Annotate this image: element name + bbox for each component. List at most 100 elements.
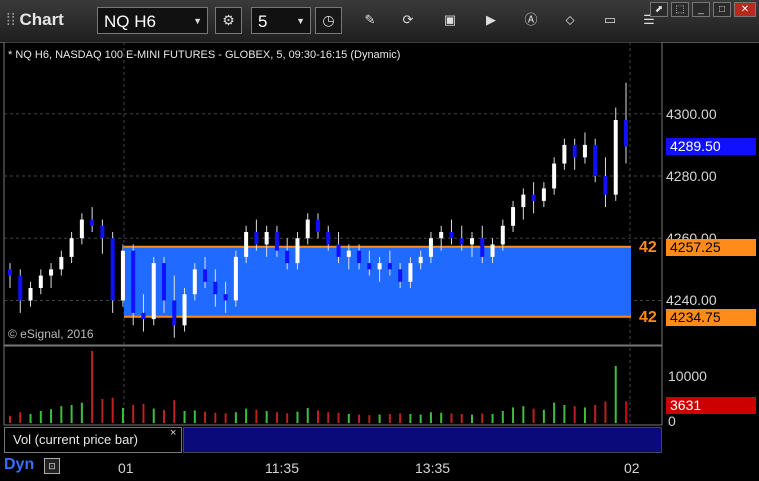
clock-icon[interactable]: ◷ <box>315 7 342 34</box>
candle-body <box>562 144 567 164</box>
candle-body <box>182 294 187 326</box>
time-tick-01: 01 <box>118 460 134 476</box>
candle-body <box>521 194 526 208</box>
maximize-icon[interactable]: □ <box>713 2 731 17</box>
volume-tick-10000: 10000 <box>668 368 707 384</box>
candle-body <box>8 269 12 276</box>
ruler-icon[interactable]: ⬦ <box>560 10 580 30</box>
toolbar: ⁞⁞ Chart NQ H6 ▼ ⚙ 5 ▼ ◷ ✎ ⟳ ▣ ▶ Ⓐ ⬦ ▭ ☰ ⬈ … <box>0 0 759 43</box>
candle-body <box>552 163 557 189</box>
candle-body <box>326 232 331 245</box>
candle-body <box>613 120 618 195</box>
candle-body <box>274 232 279 251</box>
candle-body <box>357 250 362 264</box>
candle-body <box>79 219 84 239</box>
candle-body <box>459 238 464 245</box>
interval-value: 5 <box>258 12 268 31</box>
volume-panel-label[interactable]: Vol (current price bar) <box>4 427 182 453</box>
candle-body <box>470 238 474 245</box>
candle-body <box>110 238 115 301</box>
time-tick-02: 02 <box>624 460 640 476</box>
refresh-icon[interactable]: ⟳ <box>398 10 418 30</box>
candle-body <box>213 281 218 295</box>
candle-body <box>285 250 290 264</box>
candle-body <box>305 219 310 239</box>
candle-body <box>100 225 105 239</box>
candle-body <box>439 232 444 239</box>
candle-body <box>162 263 166 301</box>
candle-body <box>38 275 43 288</box>
candle-body <box>428 238 433 257</box>
zone-bottom-label: 4234.75 <box>666 308 756 326</box>
close-icon[interactable]: × <box>170 427 176 439</box>
minimize-icon[interactable]: _ <box>692 2 710 17</box>
last-price-label: 4289.50 <box>666 138 756 156</box>
candle-body <box>69 238 74 257</box>
candle-body <box>531 194 536 201</box>
candle-body <box>151 263 156 320</box>
candle-body <box>408 263 413 282</box>
price-tick-label: 4300.00 <box>666 105 717 122</box>
alert-icon[interactable]: Ⓐ <box>521 10 541 30</box>
volume-tick-0: 0 <box>668 413 676 429</box>
chart-header: * NQ H6, NASDAQ 100 E-MINI FUTURES - GLO… <box>8 49 401 61</box>
candle-body <box>336 244 341 257</box>
chevron-down-icon[interactable]: ▼ <box>193 8 202 35</box>
candle-body <box>511 207 516 226</box>
candle-body <box>120 250 125 301</box>
candle-body <box>418 256 423 264</box>
candle-body <box>172 300 177 326</box>
last-volume-label: 3631 <box>666 397 756 414</box>
candle-body <box>582 144 587 158</box>
candle-body <box>90 219 95 226</box>
zone-bottom-flag: 42 <box>639 308 657 326</box>
candle-body <box>398 269 403 282</box>
dynamic-mode-button[interactable]: Dyn <box>4 456 34 474</box>
study-icon[interactable]: ▣ <box>440 10 460 30</box>
candle-body <box>387 263 392 270</box>
candle-body <box>624 120 628 147</box>
zone-top-label: 4257.25 <box>666 238 756 256</box>
candle-body <box>223 294 228 301</box>
candle-body <box>490 244 495 257</box>
grip-icon[interactable]: ⁞⁞ <box>6 10 15 29</box>
candle-body <box>593 144 598 176</box>
price-tick-label: 4240.00 <box>666 292 717 309</box>
comment-icon[interactable]: ▭ <box>600 10 620 30</box>
link-window-icon[interactable]: ⬚ <box>671 2 689 17</box>
copyright: © eSignal, 2016 <box>8 327 94 341</box>
app-title[interactable]: ⁞⁞ Chart <box>6 10 64 30</box>
interval-input[interactable]: 5 ▼ <box>251 7 311 34</box>
lock-icon[interactable]: ⊡ <box>44 458 60 474</box>
candle-body <box>295 238 300 264</box>
candle-body <box>603 176 608 195</box>
candle-body <box>572 144 577 158</box>
play-icon[interactable]: ▶ <box>481 10 501 30</box>
candle-body <box>254 232 259 245</box>
symbol-input[interactable]: NQ H6 ▼ <box>97 7 208 34</box>
candle-body <box>377 263 382 270</box>
export-icon[interactable]: ⬈ <box>650 2 668 17</box>
link-icon[interactable]: ⚙ <box>215 7 242 34</box>
candle-body <box>59 256 64 270</box>
candle-body <box>367 263 372 270</box>
candle-body <box>49 269 54 276</box>
close-icon[interactable]: ✕ <box>734 2 756 17</box>
support-zone <box>124 246 631 317</box>
candle-body <box>316 219 320 232</box>
volume-panel-bar <box>183 427 662 453</box>
candle-body <box>480 238 485 257</box>
candle-body <box>541 188 546 201</box>
candle-body <box>244 232 249 257</box>
draw-pencil-icon[interactable]: ✎ <box>360 10 380 30</box>
time-axis <box>0 454 759 481</box>
chevron-down-icon[interactable]: ▼ <box>296 8 305 35</box>
time-tick-1135: 11:35 <box>265 460 299 476</box>
candle-body <box>264 232 269 245</box>
candle-body <box>141 312 146 320</box>
app-title-label: Chart <box>19 10 64 29</box>
time-tick-1335: 13:35 <box>415 460 451 476</box>
candle-body <box>18 275 23 301</box>
zone-top-flag: 42 <box>639 238 657 256</box>
candle-body <box>203 269 208 282</box>
